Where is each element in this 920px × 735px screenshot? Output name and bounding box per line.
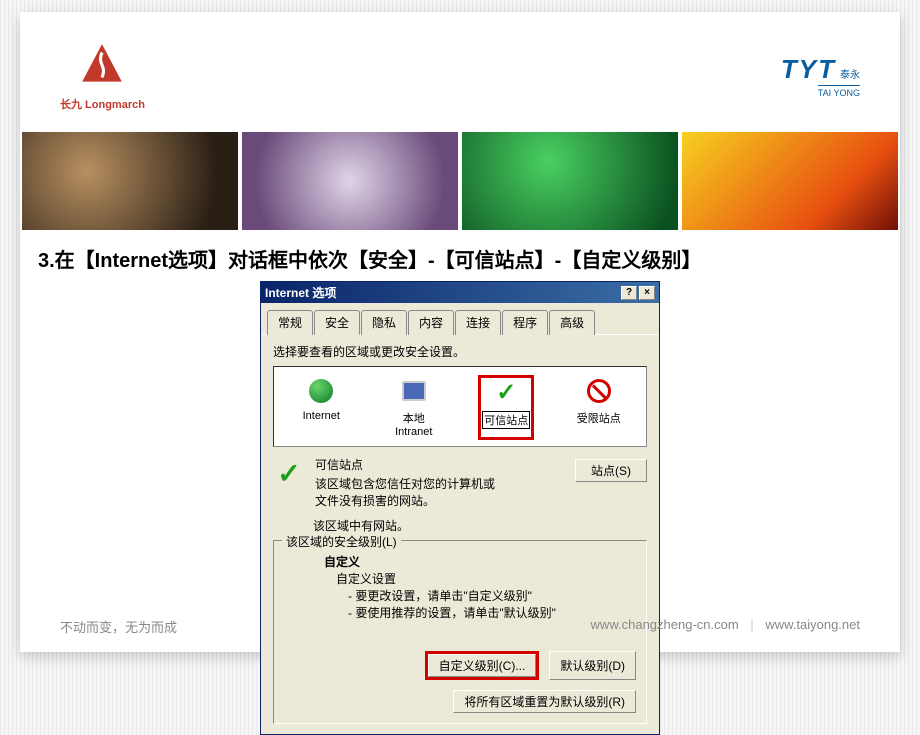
custom-line2: - 要更改设置，请单击"自定义级别"	[348, 587, 636, 604]
level-buttons-row: 自定义级别(C)... 默认级别(D)	[284, 651, 636, 680]
close-button[interactable]: ×	[639, 286, 655, 300]
logo-longmarch: 长九 Longmarch	[60, 40, 145, 112]
trusted-check-icon: ✓	[273, 457, 305, 490]
step-heading: 3.在【Internet选项】对话框中依次【安全】-【可信站点】-【自定义级别】	[20, 230, 900, 281]
tab-security[interactable]: 安全	[314, 310, 360, 335]
footer-separator: |	[750, 617, 753, 632]
dialog-container: Internet 选项 ? × 常规 安全 隐私 内容 连接 程序 高级 选择要…	[20, 281, 900, 735]
slide: 长九 Longmarch TYT 泰永 TAI YONG 3.在【Interne…	[20, 12, 900, 652]
banner-image-1	[22, 132, 238, 230]
logo-right-sub1: 泰永	[840, 66, 860, 81]
custom-settings-block: 自定义 自定义设置 - 要更改设置，请单击"自定义级别" - 要使用推荐的设置，…	[324, 553, 636, 621]
stop-icon	[585, 377, 613, 405]
tab-connections[interactable]: 连接	[455, 310, 501, 335]
footer-url2: www.taiyong.net	[765, 617, 860, 632]
banner-image-2	[242, 132, 458, 230]
trusted-title: 可信站点	[315, 457, 565, 474]
banner-image-4	[682, 132, 898, 230]
footer-slogan: 不动而变，无为而成	[60, 617, 177, 636]
zone-internet-label: Internet	[303, 410, 340, 422]
dialog-body: 选择要查看的区域或更改安全设置。 Internet 本地 Intranet ✓ …	[261, 335, 659, 734]
trusted-desc2: 文件没有损害的网站。	[315, 493, 565, 510]
logo-right-main: TYT	[781, 54, 836, 85]
banner-image-3	[462, 132, 678, 230]
custom-title: 自定义	[324, 553, 636, 570]
zone-trusted-label: 可信站点	[482, 411, 530, 429]
footer-urls: www.changzheng-cn.com | www.taiyong.net	[591, 617, 860, 636]
zone-internet[interactable]: Internet	[293, 375, 349, 440]
dialog-title: Internet 选项	[265, 284, 336, 301]
internet-options-dialog: Internet 选项 ? × 常规 安全 隐私 内容 连接 程序 高级 选择要…	[260, 281, 660, 735]
zone-list: Internet 本地 Intranet ✓ 可信站点 受限站点	[273, 366, 647, 447]
tab-programs[interactable]: 程序	[502, 310, 548, 335]
dialog-titlebar[interactable]: Internet 选项 ? ×	[261, 282, 659, 303]
globe-icon	[307, 377, 335, 405]
fieldset-legend: 该区域的安全级别(L)	[282, 533, 401, 550]
zone-restricted[interactable]: 受限站点	[571, 375, 627, 440]
footer-url1: www.changzheng-cn.com	[591, 617, 739, 632]
zone-status: 该区域中有网站。	[313, 517, 647, 534]
zone-restricted-label: 受限站点	[577, 410, 621, 426]
zone-trusted[interactable]: ✓ 可信站点	[478, 375, 534, 440]
zone-intranet[interactable]: 本地 Intranet	[386, 375, 442, 440]
tab-privacy[interactable]: 隐私	[361, 310, 407, 335]
sites-button[interactable]: 站点(S)	[575, 459, 647, 482]
tab-general[interactable]: 常规	[267, 310, 313, 335]
default-level-button[interactable]: 默认级别(D)	[549, 651, 636, 680]
custom-line1: 自定义设置	[336, 570, 636, 587]
trusted-text: 可信站点 该区域包含您信任对您的计算机或 文件没有损害的网站。	[315, 457, 565, 509]
slide-footer: 不动而变，无为而成 www.changzheng-cn.com | www.ta…	[20, 617, 900, 636]
zone-instruction: 选择要查看的区域或更改安全设置。	[273, 343, 647, 360]
slide-header: 长九 Longmarch TYT 泰永 TAI YONG	[20, 12, 900, 132]
tab-advanced[interactable]: 高级	[549, 310, 595, 335]
logo-right-sub2: TAI YONG	[818, 85, 860, 98]
banner-strip	[20, 132, 900, 230]
monitor-icon	[400, 377, 428, 405]
longmarch-icon	[76, 40, 128, 92]
reset-all-button[interactable]: 将所有区域重置为默认级别(R)	[453, 690, 636, 713]
logo-left-text: 长九 Longmarch	[60, 96, 145, 112]
logo-tyt: TYT 泰永 TAI YONG	[781, 54, 860, 98]
help-button[interactable]: ?	[621, 286, 637, 300]
trusted-desc1: 该区域包含您信任对您的计算机或	[315, 476, 565, 493]
custom-level-button[interactable]: 自定义级别(C)...	[428, 654, 537, 677]
tab-content[interactable]: 内容	[408, 310, 454, 335]
zone-intranet-label: 本地 Intranet	[388, 410, 440, 438]
tab-strip: 常规 安全 隐私 内容 连接 程序 高级	[261, 303, 659, 335]
trusted-info-row: ✓ 可信站点 该区域包含您信任对您的计算机或 文件没有损害的网站。 站点(S)	[273, 457, 647, 509]
check-icon: ✓	[492, 378, 520, 406]
